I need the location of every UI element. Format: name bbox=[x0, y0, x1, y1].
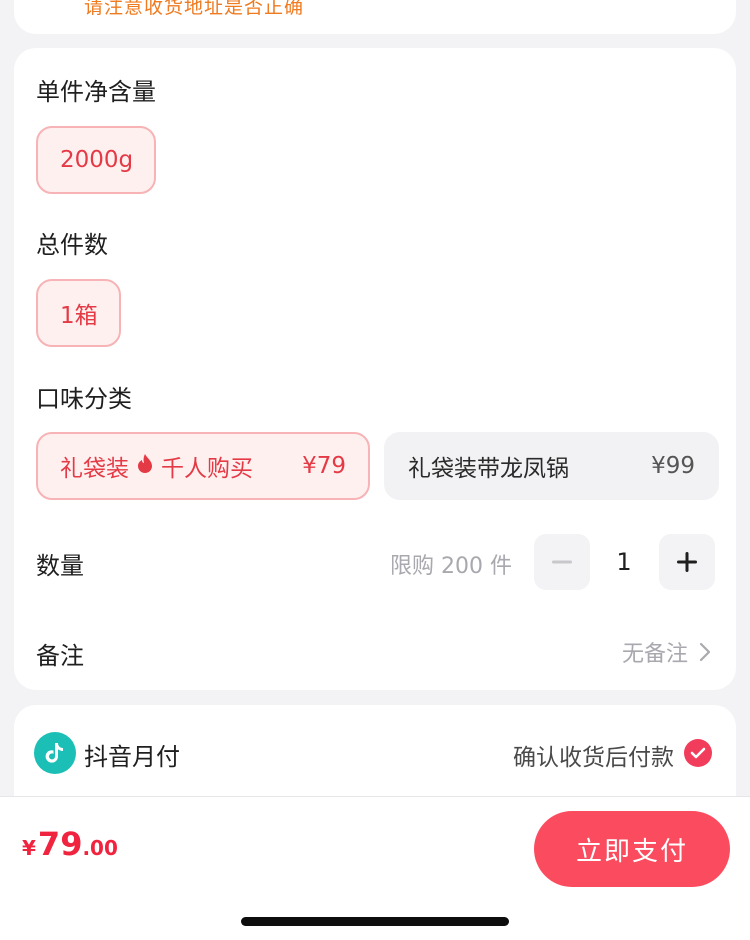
flavor-option-tag: 千人购买 bbox=[161, 456, 253, 482]
flavor-option-name: 礼袋装 bbox=[60, 456, 129, 482]
flavor-title: 口味分类 bbox=[36, 385, 132, 413]
douyin-logo-icon bbox=[34, 732, 76, 774]
increase-button[interactable] bbox=[659, 534, 715, 590]
address-warning[interactable]: 请注意收货地址是否正确 bbox=[84, 0, 304, 19]
spec-card: 单件净含量 2000g 总件数 1箱 口味分类 礼袋装 千人购买 ¥79 礼袋装… bbox=[14, 48, 736, 690]
home-indicator[interactable] bbox=[241, 917, 509, 926]
remark-row[interactable]: 无备注 bbox=[622, 636, 712, 668]
checkout-bar: ¥ 79 .00 立即支付 bbox=[0, 796, 750, 940]
weight-option-2000g[interactable]: 2000g bbox=[36, 126, 156, 194]
flavor-option-gift-bag-pot[interactable]: 礼袋装带龙凤锅 ¥99 bbox=[384, 432, 719, 500]
minus-icon bbox=[552, 560, 572, 564]
pay-now-button[interactable]: 立即支付 bbox=[534, 811, 730, 887]
remark-value: 无备注 bbox=[621, 642, 688, 667]
flavor-option-label: 礼袋装带龙凤锅 bbox=[408, 456, 569, 482]
flavor-option-price: ¥79 bbox=[302, 453, 346, 479]
address-card: 请注意收货地址是否正确 bbox=[14, 0, 736, 34]
remark-label: 备注 bbox=[36, 642, 84, 670]
decrease-button[interactable] bbox=[534, 534, 590, 590]
total-price: ¥ 79 .00 bbox=[22, 825, 118, 863]
count-title: 总件数 bbox=[36, 231, 108, 259]
weight-title: 单件净含量 bbox=[36, 78, 156, 106]
flavor-option-label: 礼袋装 千人购买 bbox=[60, 449, 253, 483]
purchase-limit: 限购 200 件 bbox=[390, 554, 512, 579]
count-option-1box[interactable]: 1箱 bbox=[36, 279, 121, 347]
quantity-label: 数量 bbox=[36, 552, 84, 580]
plus-icon bbox=[677, 552, 697, 572]
weight-option-label: 2000g bbox=[60, 147, 134, 173]
flavor-option-price: ¥99 bbox=[651, 453, 695, 479]
flavor-option-gift-bag[interactable]: 礼袋装 千人购买 ¥79 bbox=[36, 432, 370, 500]
count-option-label: 1箱 bbox=[60, 303, 98, 329]
payment-check-icon[interactable] bbox=[684, 739, 712, 767]
payment-name: 抖音月付 bbox=[84, 743, 180, 771]
fire-icon bbox=[137, 453, 153, 479]
price-decimal: .00 bbox=[82, 836, 118, 860]
chevron-right-icon bbox=[699, 642, 711, 662]
price-integer: 79 bbox=[37, 825, 83, 863]
payment-note: 确认收货后付款 bbox=[513, 745, 674, 771]
currency-symbol: ¥ bbox=[22, 836, 36, 860]
quantity-value[interactable]: 1 bbox=[612, 534, 636, 590]
